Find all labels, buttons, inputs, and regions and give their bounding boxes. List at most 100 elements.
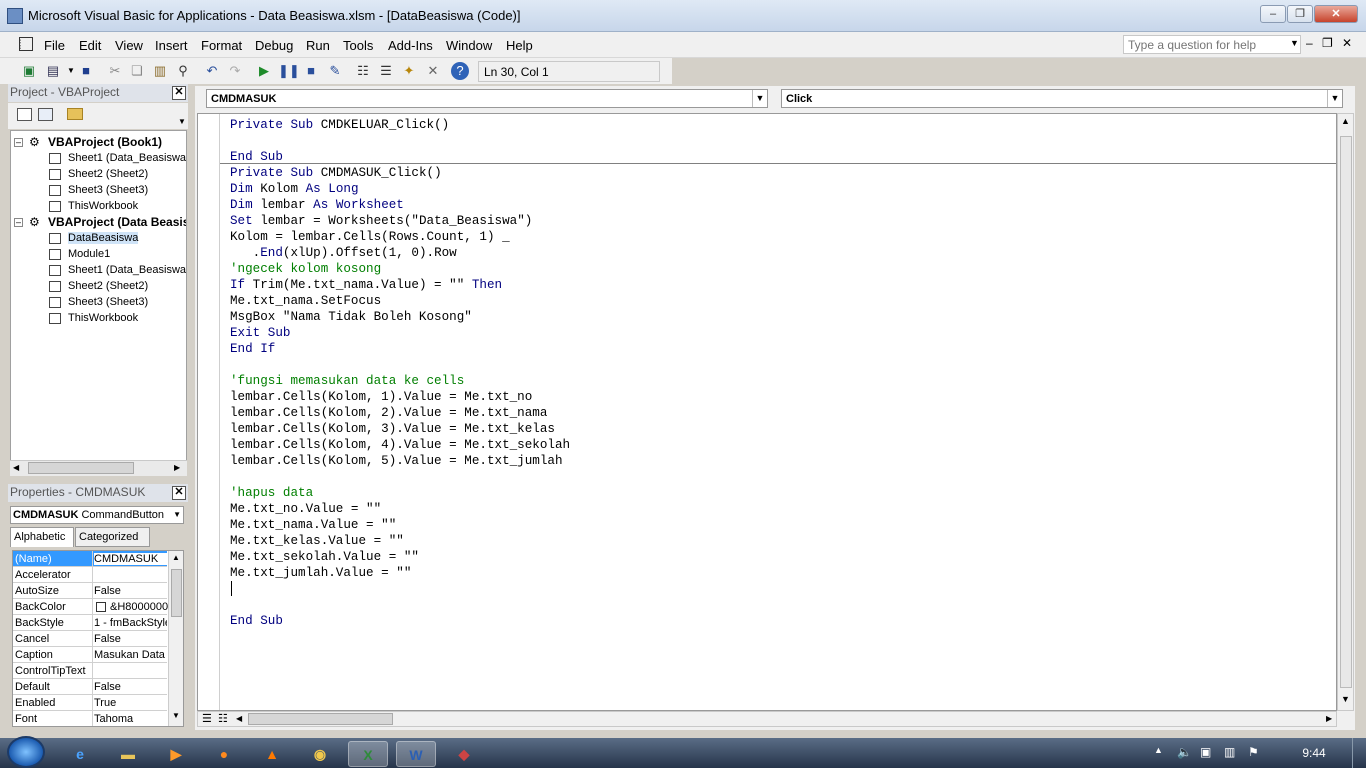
code-line[interactable]: Dim Kolom As Long bbox=[230, 181, 359, 197]
code-line[interactable]: Me.txt_kelas.Value = "" bbox=[230, 533, 404, 549]
property-row[interactable]: Enabled True bbox=[13, 695, 167, 711]
project-explorer-icon[interactable]: ☷ bbox=[354, 62, 372, 80]
scroll-down-icon[interactable]: ▼ bbox=[1341, 694, 1350, 704]
toolbar-overflow-icon[interactable]: ▼ bbox=[178, 117, 186, 126]
combo-dropdown-icon[interactable]: ▼ bbox=[1327, 90, 1342, 107]
object-browser-icon[interactable]: ✦ bbox=[400, 62, 418, 80]
cut-icon[interactable]: ✂ bbox=[106, 62, 124, 80]
tree-collapse-icon[interactable]: – bbox=[14, 138, 23, 147]
help-icon[interactable]: ? bbox=[451, 62, 469, 80]
internet-explorer-taskbar-button[interactable]: e bbox=[60, 741, 100, 767]
property-value[interactable]: Masukan Data bbox=[94, 649, 167, 661]
object-dropdown-icon[interactable]: ▼ bbox=[173, 510, 181, 519]
code-line[interactable]: Private Sub CMDMASUK_Click() bbox=[230, 165, 442, 181]
windows-explorer-taskbar-button[interactable]: ▬ bbox=[108, 741, 148, 767]
code-line[interactable]: Exit Sub bbox=[230, 325, 290, 341]
scroll-left-icon[interactable]: ◀ bbox=[13, 463, 19, 472]
tree-item[interactable]: Module1 bbox=[68, 248, 110, 260]
property-row[interactable]: BackStyle 1 - fmBackStyle bbox=[13, 615, 167, 631]
scroll-up-icon[interactable]: ▲ bbox=[172, 553, 180, 562]
menu-format[interactable]: Format bbox=[201, 38, 242, 53]
tree-item[interactable]: Sheet1 (Data_Beasiswa) bbox=[68, 152, 186, 164]
scroll-thumb[interactable] bbox=[1340, 136, 1352, 688]
scroll-thumb[interactable] bbox=[28, 462, 134, 474]
excel-taskbar-button[interactable]: X bbox=[348, 741, 388, 767]
property-value[interactable]: False bbox=[94, 585, 167, 597]
scroll-down-icon[interactable]: ▼ bbox=[172, 711, 180, 720]
property-value[interactable]: Tahoma bbox=[94, 713, 167, 725]
code-line[interactable]: 'fungsi memasukan data ke cells bbox=[230, 373, 464, 389]
network-icon[interactable]: ▥ bbox=[1224, 745, 1235, 759]
menu-add-ins[interactable]: Add-Ins bbox=[388, 38, 433, 53]
doc-minimize-button[interactable]: – bbox=[1306, 36, 1313, 50]
code-line[interactable]: Me.txt_nama.Value = "" bbox=[230, 517, 396, 533]
code-line[interactable]: 'ngecek kolom kosong bbox=[230, 261, 381, 277]
object-combo[interactable]: CMDMASUK ▼ bbox=[206, 89, 768, 108]
code-line[interactable]: lembar.Cells(Kolom, 2).Value = Me.txt_na… bbox=[230, 405, 547, 421]
menu-window[interactable]: Window bbox=[446, 38, 492, 53]
other-app-taskbar-button[interactable]: ◆ bbox=[444, 741, 484, 767]
code-line[interactable]: lembar.Cells(Kolom, 1).Value = Me.txt_no bbox=[230, 389, 532, 405]
menu-file[interactable]: File bbox=[44, 38, 65, 53]
scroll-thumb[interactable] bbox=[171, 569, 182, 617]
toggle-folders-icon[interactable] bbox=[67, 108, 83, 120]
view-code-icon[interactable] bbox=[17, 108, 32, 121]
code-line[interactable]: Me.txt_no.Value = "" bbox=[230, 501, 381, 517]
volume-icon[interactable]: 🔈 bbox=[1177, 745, 1192, 759]
code-line[interactable]: lembar.Cells(Kolom, 5).Value = Me.txt_ju… bbox=[230, 453, 563, 469]
view-object-icon[interactable] bbox=[38, 108, 53, 121]
tree-item[interactable]: Sheet2 (Sheet2) bbox=[68, 280, 148, 292]
tree-item[interactable]: DataBeasiswa bbox=[68, 232, 139, 244]
tree-item[interactable]: Sheet3 (Sheet3) bbox=[68, 184, 148, 196]
tab-alphabetic[interactable]: Alphabetic bbox=[10, 527, 74, 547]
media-player-taskbar-button[interactable]: ▶ bbox=[156, 741, 196, 767]
property-value[interactable]: 1 - fmBackStyle bbox=[94, 617, 167, 629]
doc-restore-button[interactable]: ❐ bbox=[1322, 36, 1333, 50]
property-value[interactable]: True bbox=[94, 697, 167, 709]
vlc-taskbar-button[interactable]: ▲ bbox=[252, 741, 292, 767]
code-line[interactable]: .End(xlUp).Offset(1, 0).Row bbox=[230, 245, 457, 261]
code-line[interactable]: End If bbox=[230, 341, 275, 357]
property-value[interactable]: CMDMASUK bbox=[94, 553, 167, 565]
property-row[interactable]: ControlTipText bbox=[13, 663, 167, 679]
view-excel-icon[interactable]: ▣ bbox=[20, 62, 38, 80]
show-desktop-button[interactable] bbox=[1352, 738, 1366, 768]
scroll-right-icon[interactable]: ▶ bbox=[174, 463, 180, 472]
action-center-icon[interactable]: ⚑ bbox=[1248, 745, 1259, 759]
code-line[interactable]: Dim lembar As Worksheet bbox=[230, 197, 404, 213]
properties-vscrollbar[interactable]: ▲ ▼ bbox=[168, 551, 183, 726]
menu-insert[interactable]: Insert bbox=[155, 38, 188, 53]
tree-item[interactable]: Sheet2 (Sheet2) bbox=[68, 168, 148, 180]
property-row[interactable]: Cancel False bbox=[13, 631, 167, 647]
property-value[interactable]: False bbox=[94, 633, 167, 645]
code-editor[interactable]: Private Sub CMDKELUAR_Click() End Sub Priv… bbox=[197, 113, 1337, 711]
tab-categorized[interactable]: Categorized bbox=[75, 527, 150, 547]
menu-help[interactable]: Help bbox=[506, 38, 533, 53]
combo-dropdown-icon[interactable]: ▼ bbox=[752, 90, 767, 107]
code-line[interactable]: Me.txt_sekolah.Value = "" bbox=[230, 549, 419, 565]
tree-item[interactable]: VBAProject (Data Beasis bbox=[48, 215, 186, 229]
object-selector[interactable]: CMDMASUK CommandButton ▼ bbox=[10, 506, 184, 524]
menu-view[interactable]: View bbox=[115, 38, 143, 53]
break-icon[interactable]: ❚❚ bbox=[278, 62, 300, 80]
taskbar-clock[interactable]: 9:44 bbox=[1294, 746, 1334, 760]
code-line[interactable]: MsgBox "Nama Tidak Boleh Kosong" bbox=[230, 309, 472, 325]
property-row[interactable]: AutoSize False bbox=[13, 583, 167, 599]
code-line[interactable]: Me.txt_nama.SetFocus bbox=[230, 293, 381, 309]
maximize-button[interactable]: ❐ bbox=[1287, 5, 1313, 23]
code-line[interactable]: lembar.Cells(Kolom, 4).Value = Me.txt_se… bbox=[230, 437, 570, 453]
property-row[interactable]: (Name) CMDMASUK bbox=[13, 551, 167, 567]
properties-close-button[interactable]: ✕ bbox=[172, 486, 186, 500]
property-row[interactable]: BackColor &H8000000 bbox=[13, 599, 168, 615]
menu-edit[interactable]: Edit bbox=[79, 38, 101, 53]
undo-icon[interactable]: ↶ bbox=[203, 62, 221, 80]
code-line[interactable]: End Sub bbox=[230, 149, 283, 165]
margin-indicator-bar[interactable] bbox=[198, 114, 220, 710]
tree-item[interactable]: Sheet3 (Sheet3) bbox=[68, 296, 148, 308]
tree-item[interactable]: ThisWorkbook bbox=[68, 200, 138, 212]
tree-item[interactable]: Sheet1 (Data_Beasiswa) bbox=[68, 264, 186, 276]
scroll-thumb[interactable] bbox=[248, 713, 393, 725]
save-icon[interactable]: ■ bbox=[77, 62, 95, 80]
tree-item[interactable]: ThisWorkbook bbox=[68, 312, 138, 324]
code-line[interactable]: 'hapus data bbox=[230, 485, 313, 501]
